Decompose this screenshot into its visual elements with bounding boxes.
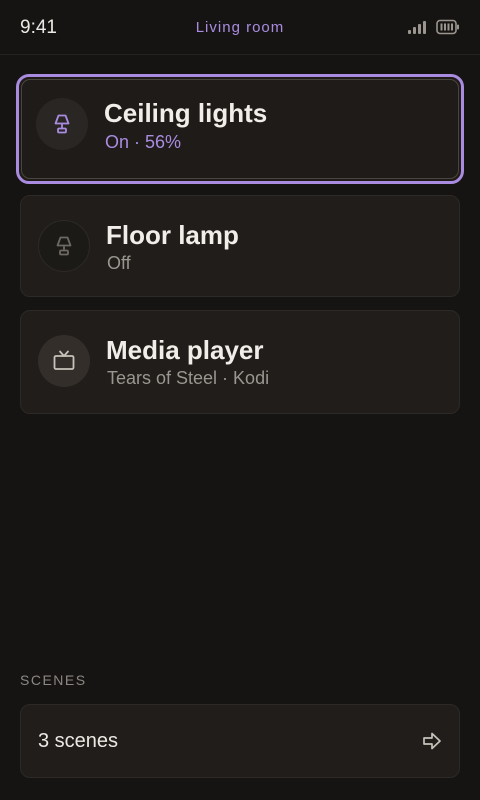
scenes-button[interactable]: 3 scenes	[20, 704, 460, 778]
device-name: Media player	[106, 335, 264, 365]
lamp-icon	[56, 236, 72, 256]
device-name: Floor lamp	[106, 220, 239, 250]
scenes-section-label: SCENES	[20, 672, 87, 688]
signal-icon	[408, 21, 426, 34]
device-status: Tears of Steel · Kodi	[107, 368, 270, 388]
battery-icon	[436, 19, 459, 35]
device-status: On · 56%	[105, 132, 182, 152]
device-icon-badge	[38, 335, 90, 387]
tv-icon	[53, 350, 75, 370]
lamp-icon	[54, 114, 70, 134]
status-bar: 9:41 Living room	[0, 0, 480, 55]
device-card-ceiling-lights[interactable]: Ceiling lights On · 56%	[16, 74, 464, 184]
device-name: Ceiling lights	[104, 98, 268, 128]
device-icon-badge	[36, 98, 88, 150]
arrow-right-icon	[423, 732, 441, 750]
device-icon-badge	[38, 220, 90, 272]
device-card-media-player[interactable]: Media player Tears of Steel · Kodi	[20, 310, 460, 414]
scenes-summary: 3 scenes	[38, 730, 119, 752]
device-status: Off	[107, 253, 131, 273]
device-card-floor-lamp[interactable]: Floor lamp Off	[20, 195, 460, 297]
